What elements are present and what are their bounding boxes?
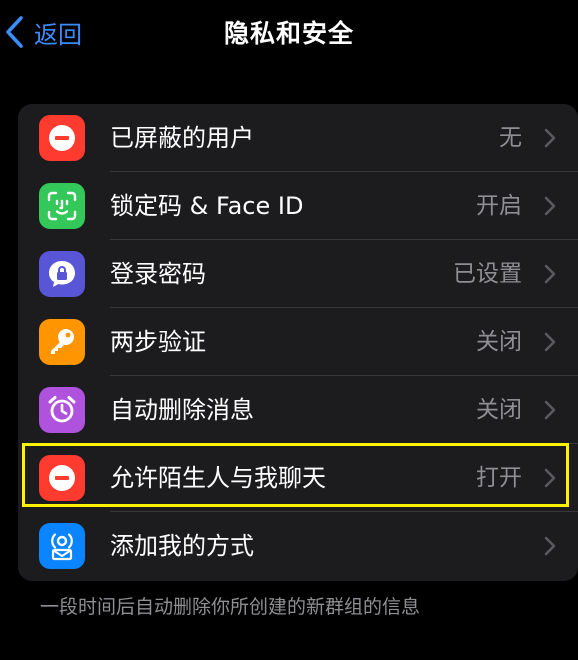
chevron-right-icon [544,128,556,152]
chevron-right-icon [544,536,556,560]
settings-group: 已屏蔽的用户 无 锁定码 & Face ID 开启 登录密码 已设置 两步验证 … [18,104,578,581]
minus-circle-icon [39,455,85,501]
privacy-security-screen: 返回 隐私和安全 已屏蔽的用户 无 锁定码 & Face ID 开启 登录密码 … [0,0,578,660]
row-value: 打开 [476,465,522,491]
row-value: 开启 [476,193,522,219]
chevron-right-icon [544,400,556,424]
row-value: 无 [499,125,522,151]
row-value: 关闭 [476,397,522,423]
row-label: 两步验证 [110,328,206,356]
lock-bubble-icon [39,251,85,297]
face-id-icon [39,183,85,229]
row-label: 锁定码 & Face ID [110,192,304,220]
row-two-step-verification[interactable]: 两步验证 关闭 [18,308,578,376]
alarm-clock-icon [39,387,85,433]
row-label: 添加我的方式 [110,532,254,560]
chevron-right-icon [544,264,556,288]
row-value: 已设置 [453,261,522,287]
row-ways-to-add-me[interactable]: 添加我的方式 [18,512,578,580]
row-login-password[interactable]: 登录密码 已设置 [18,240,578,308]
row-label: 允许陌生人与我聊天 [110,464,326,492]
row-label: 自动删除消息 [110,396,254,424]
row-value: 关闭 [476,329,522,355]
row-passcode-face-id[interactable]: 锁定码 & Face ID 开启 [18,172,578,240]
contact-broadcast-icon [39,523,85,569]
chevron-right-icon [544,332,556,356]
row-auto-delete-messages[interactable]: 自动删除消息 关闭 [18,376,578,444]
minus-circle-icon [39,115,85,161]
group-footnote: 一段时间后自动删除你所创建的新群组的信息 [40,596,421,618]
key-icon [39,319,85,365]
navigation-bar: 返回 隐私和安全 [0,0,578,64]
row-label: 已屏蔽的用户 [110,124,254,152]
row-allow-strangers-chat[interactable]: 允许陌生人与我聊天 打开 [18,444,578,512]
page-title: 隐私和安全 [223,19,354,48]
chevron-right-icon [544,196,556,220]
chevron-right-icon [544,468,556,492]
row-blocked-users[interactable]: 已屏蔽的用户 无 [18,104,578,172]
row-label: 登录密码 [110,260,206,288]
